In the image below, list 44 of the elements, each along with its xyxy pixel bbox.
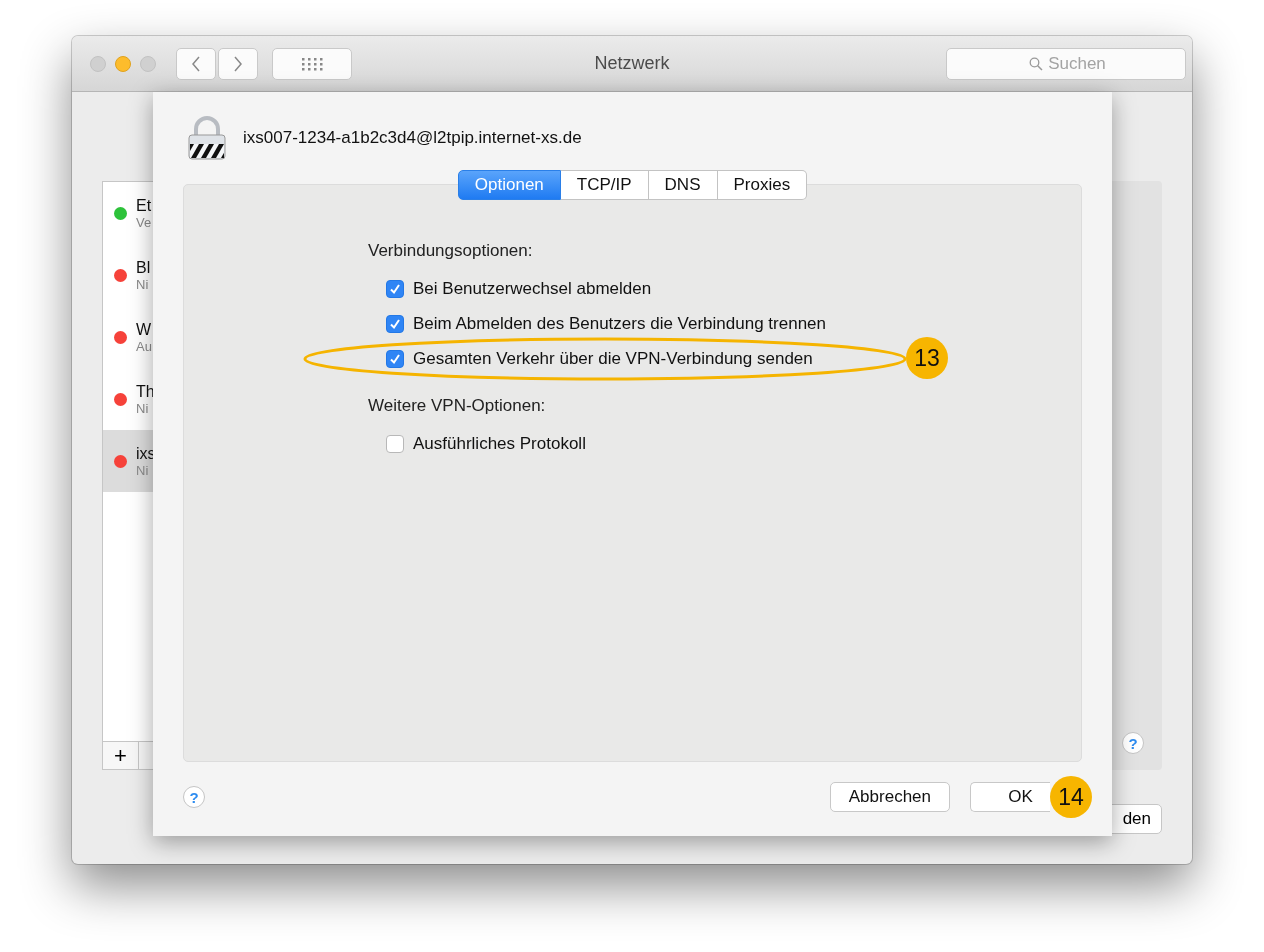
help-button[interactable]: ? [1122, 732, 1144, 754]
service-status: Ni [136, 276, 150, 292]
add-button[interactable]: + [103, 742, 139, 769]
checkbox-label: Beim Abmelden des Benutzers die Verbindung trennen [413, 313, 826, 334]
grid-icon [301, 56, 323, 71]
checkbox-label: Gesamten Verkehr über die VPN-Verbindung senden [413, 348, 813, 369]
service-name: W [136, 320, 152, 339]
checkbox[interactable] [386, 349, 404, 368]
forward-button[interactable] [218, 47, 258, 80]
checkbox[interactable] [386, 434, 404, 453]
lock-icon [187, 116, 227, 160]
service-status: Ni [136, 400, 150, 416]
window-title: Netzwerk [594, 53, 670, 74]
section-heading: Weitere VPN-Optionen: [368, 396, 547, 416]
connection-title: ixs007-1234-a1b2c3d4@l2tpip.internet-xs.de [243, 128, 582, 148]
tab[interactable]: Proxies [717, 170, 808, 200]
section-heading: Verbindungsoptionen: [368, 241, 534, 261]
checkbox[interactable] [386, 279, 404, 298]
chevron-left-icon [190, 54, 202, 73]
back-button[interactable] [176, 47, 216, 80]
checkbox[interactable] [386, 314, 404, 333]
service-status: Ni [136, 462, 150, 478]
dialog-button[interactable]: OK [970, 782, 1050, 812]
close-button[interactable] [90, 55, 106, 72]
check-icon [389, 317, 401, 330]
callout-badge: 14 [1050, 776, 1092, 818]
callout-badge: 13 [906, 337, 948, 379]
minimize-button[interactable] [115, 55, 131, 72]
service-status: Au [136, 338, 152, 354]
service-name: Et [136, 196, 152, 215]
service-name: Bl [136, 258, 151, 277]
check-icon [389, 282, 401, 295]
dialog-button[interactable]: Abbrechen [829, 782, 950, 812]
check-icon [389, 352, 401, 365]
search-field[interactable]: Suchen [946, 47, 1186, 80]
checkbox-label: Ausführliches Protokoll [413, 433, 586, 454]
search-icon [1029, 56, 1043, 71]
chevron-right-icon [232, 54, 244, 73]
service-status: Ve [136, 214, 152, 230]
show-all-button[interactable] [272, 47, 352, 80]
tab[interactable]: TCP/IP [560, 170, 649, 200]
tab[interactable]: DNS [648, 170, 718, 200]
zoom-button[interactable] [140, 55, 156, 72]
checkbox-label: Bei Benutzerwechsel abmelden [413, 278, 652, 299]
